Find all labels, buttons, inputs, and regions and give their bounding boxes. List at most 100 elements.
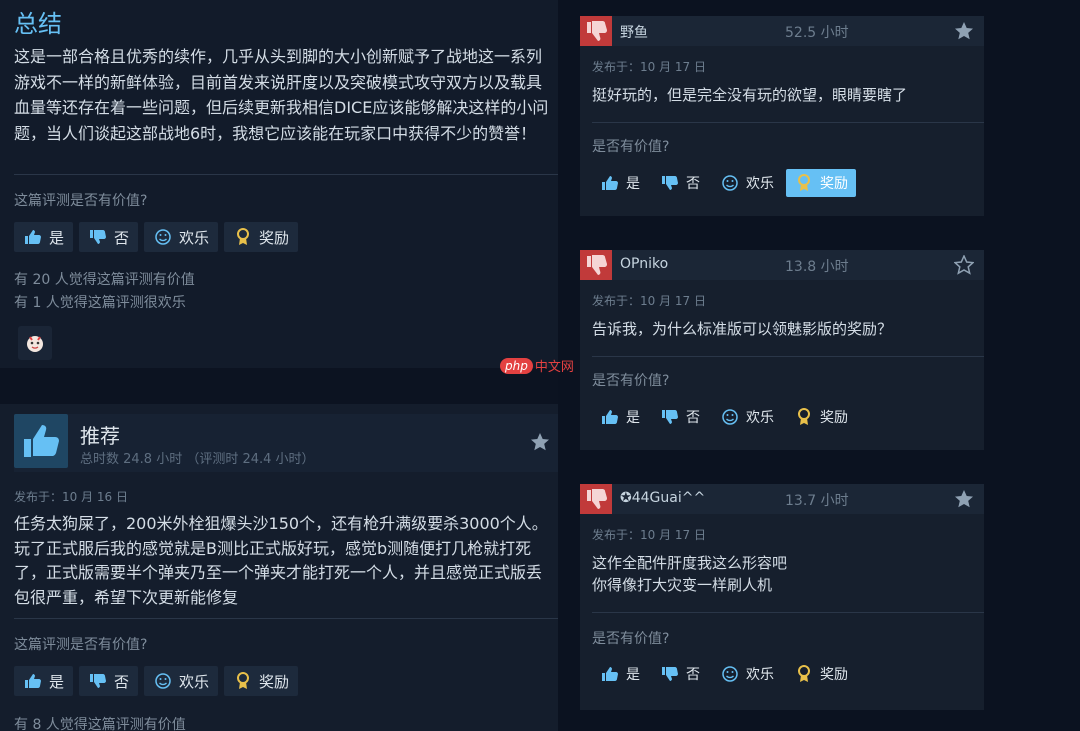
helpful-stats: 有 20 人觉得这篇评测有价值 有 1 人觉得这篇评测很欢乐 [14, 269, 195, 315]
review-date: 发布于：10 月 17 日 [592, 294, 706, 308]
vote-funny-button[interactable]: 欢乐 [144, 666, 219, 696]
helpful-question: 是否有价值? [592, 631, 670, 647]
thumbs-up-icon [23, 672, 43, 690]
section-separator [0, 368, 558, 404]
reviewer-hours: 13.8 小时 [785, 259, 849, 275]
review-body-line: 你得像打大灾变一样刷人机 [592, 576, 773, 594]
award-label: 奖励 [259, 228, 290, 247]
thumbs-up-icon [600, 408, 620, 426]
review-header: 推荐 总时数 24.8 小时 （评测时 24.4 小时） [14, 414, 558, 472]
vote-yes-label: 是 [626, 410, 640, 426]
thumbs-up-icon [600, 174, 620, 192]
smiley-icon [720, 174, 740, 192]
divider [592, 356, 984, 357]
vote-no-button[interactable]: 否 [652, 660, 708, 688]
reviewer-name[interactable]: OPniko [620, 256, 668, 272]
summary-body: 这是一部合格且优秀的续作，几乎从头到脚的大小创新赋予了战地这一系列游戏不一样的新… [14, 47, 549, 143]
user-review-card: OPniko 13.8 小时 发布于：10 月 17 日 告诉我，为什么标准版可… [580, 250, 984, 450]
vote-buttons: 是 否 欢乐 奖励 [592, 403, 856, 431]
vote-buttons: 是 否 欢乐 奖励 [592, 169, 856, 197]
smiley-icon [153, 672, 173, 690]
vote-funny-label: 欢乐 [179, 228, 210, 247]
vote-no-button[interactable]: 否 [79, 222, 139, 252]
vote-funny-button[interactable]: 欢乐 [712, 169, 782, 197]
review-header: OPniko 13.8 小时 [580, 250, 984, 280]
smiley-icon [720, 665, 740, 683]
award-button[interactable]: 奖励 [224, 222, 299, 252]
review-body: 这作全配件肝度我这么形容吧 你得像打大灾变一样刷人机 [592, 552, 977, 596]
review-date: 发布于：10 月 17 日 [592, 60, 706, 74]
award-icon [233, 228, 253, 246]
award-icon [794, 665, 814, 683]
thumbs-down-icon [88, 672, 108, 690]
vote-no-button[interactable]: 否 [652, 169, 708, 197]
vote-no-button[interactable]: 否 [652, 403, 708, 431]
vote-no-label: 否 [686, 667, 700, 683]
vote-no-button[interactable]: 否 [79, 666, 139, 696]
review-date: 发布于：10 月 17 日 [592, 528, 706, 542]
helpful-question: 是否有价值? [592, 373, 670, 389]
award-label: 奖励 [259, 672, 290, 691]
helpful-count: 有 20 人觉得这篇评测有价值 [14, 272, 195, 288]
thumbs-up-icon [23, 228, 43, 246]
thumbs-down-icon [660, 665, 680, 683]
award-button[interactable]: 奖励 [786, 660, 856, 688]
vote-funny-button[interactable]: 欢乐 [712, 660, 782, 688]
vote-funny-label: 欢乐 [179, 672, 210, 691]
vote-yes-label: 是 [626, 176, 640, 192]
user-review-card: ✪44Guai^^ 13.7 小时 发布于：10 月 17 日 这作全配件肝度我… [580, 484, 984, 710]
award-emoji-icon[interactable] [18, 326, 52, 360]
vote-yes-label: 是 [49, 228, 65, 247]
vote-buttons: 是 否 欢乐 奖励 [14, 222, 299, 252]
award-label: 奖励 [820, 667, 848, 683]
user-review-card: 野鱼 52.5 小时 发布于：10 月 17 日 挺好玩的，但是完全没有玩的欲望… [580, 16, 984, 216]
vote-yes-button[interactable]: 是 [14, 222, 74, 252]
award-button[interactable]: 奖励 [786, 403, 856, 431]
star-icon[interactable] [530, 432, 550, 452]
vote-funny-button[interactable]: 欢乐 [144, 222, 219, 252]
vote-yes-button[interactable]: 是 [592, 169, 648, 197]
vote-yes-label: 是 [626, 667, 640, 683]
vote-funny-label: 欢乐 [746, 410, 774, 426]
vote-yes-button[interactable]: 是 [592, 403, 648, 431]
reviewer-name[interactable]: ✪44Guai^^ [620, 490, 705, 506]
left-review-column: 总结 这是一部合格且优秀的续作，几乎从头到脚的大小创新赋予了战地这一系列游戏不一… [0, 0, 558, 731]
helpful-question: 这篇评测是否有价值? [14, 193, 148, 209]
helpful-question: 这篇评测是否有价值? [14, 637, 148, 653]
thumbs-down-icon [88, 228, 108, 246]
thumbs-down-icon [660, 408, 680, 426]
star-icon[interactable] [954, 489, 974, 509]
watermark-logo: php 中文网 [500, 356, 574, 375]
vote-funny-label: 欢乐 [746, 176, 774, 192]
reviewer-hours: 13.7 小时 [785, 493, 849, 509]
review-hours: 总时数 24.8 小时 （评测时 24.4 小时） [80, 452, 315, 467]
vote-buttons: 是 否 欢乐 奖励 [592, 660, 856, 688]
award-icon [794, 174, 814, 192]
reviewer-hours: 52.5 小时 [785, 25, 849, 41]
helpful-count: 有 8 人觉得这篇评测有价值 [14, 717, 186, 731]
vote-funny-button[interactable]: 欢乐 [712, 403, 782, 431]
review-date: 发布于：10 月 16 日 [14, 490, 128, 504]
summary-title: 总结 [14, 10, 62, 38]
award-button[interactable]: 奖励 [224, 666, 299, 696]
vote-yes-button[interactable]: 是 [14, 666, 74, 696]
not-recommended-thumbs-down-icon [580, 484, 612, 514]
helpful-question: 是否有价值? [592, 139, 670, 155]
reviewer-name[interactable]: 野鱼 [620, 22, 648, 42]
divider [14, 174, 558, 175]
watermark-text: 中文网 [534, 360, 574, 375]
review-body: 任务太狗屎了，200米外栓狙爆头沙150个，还有枪升满级要杀3000个人。玩了正… [14, 514, 548, 607]
thumbs-down-icon [660, 174, 680, 192]
vote-no-label: 否 [686, 176, 700, 192]
award-button[interactable]: 奖励 [786, 169, 856, 197]
award-icon [233, 672, 253, 690]
award-label: 奖励 [820, 176, 848, 192]
star-outline-icon[interactable] [953, 254, 975, 275]
vote-yes-button[interactable]: 是 [592, 660, 648, 688]
award-icon [794, 408, 814, 426]
smiley-icon [153, 228, 173, 246]
review-header: 野鱼 52.5 小时 [580, 16, 984, 46]
vote-no-label: 否 [686, 410, 700, 426]
vote-yes-label: 是 [49, 672, 65, 691]
star-icon[interactable] [954, 21, 974, 41]
